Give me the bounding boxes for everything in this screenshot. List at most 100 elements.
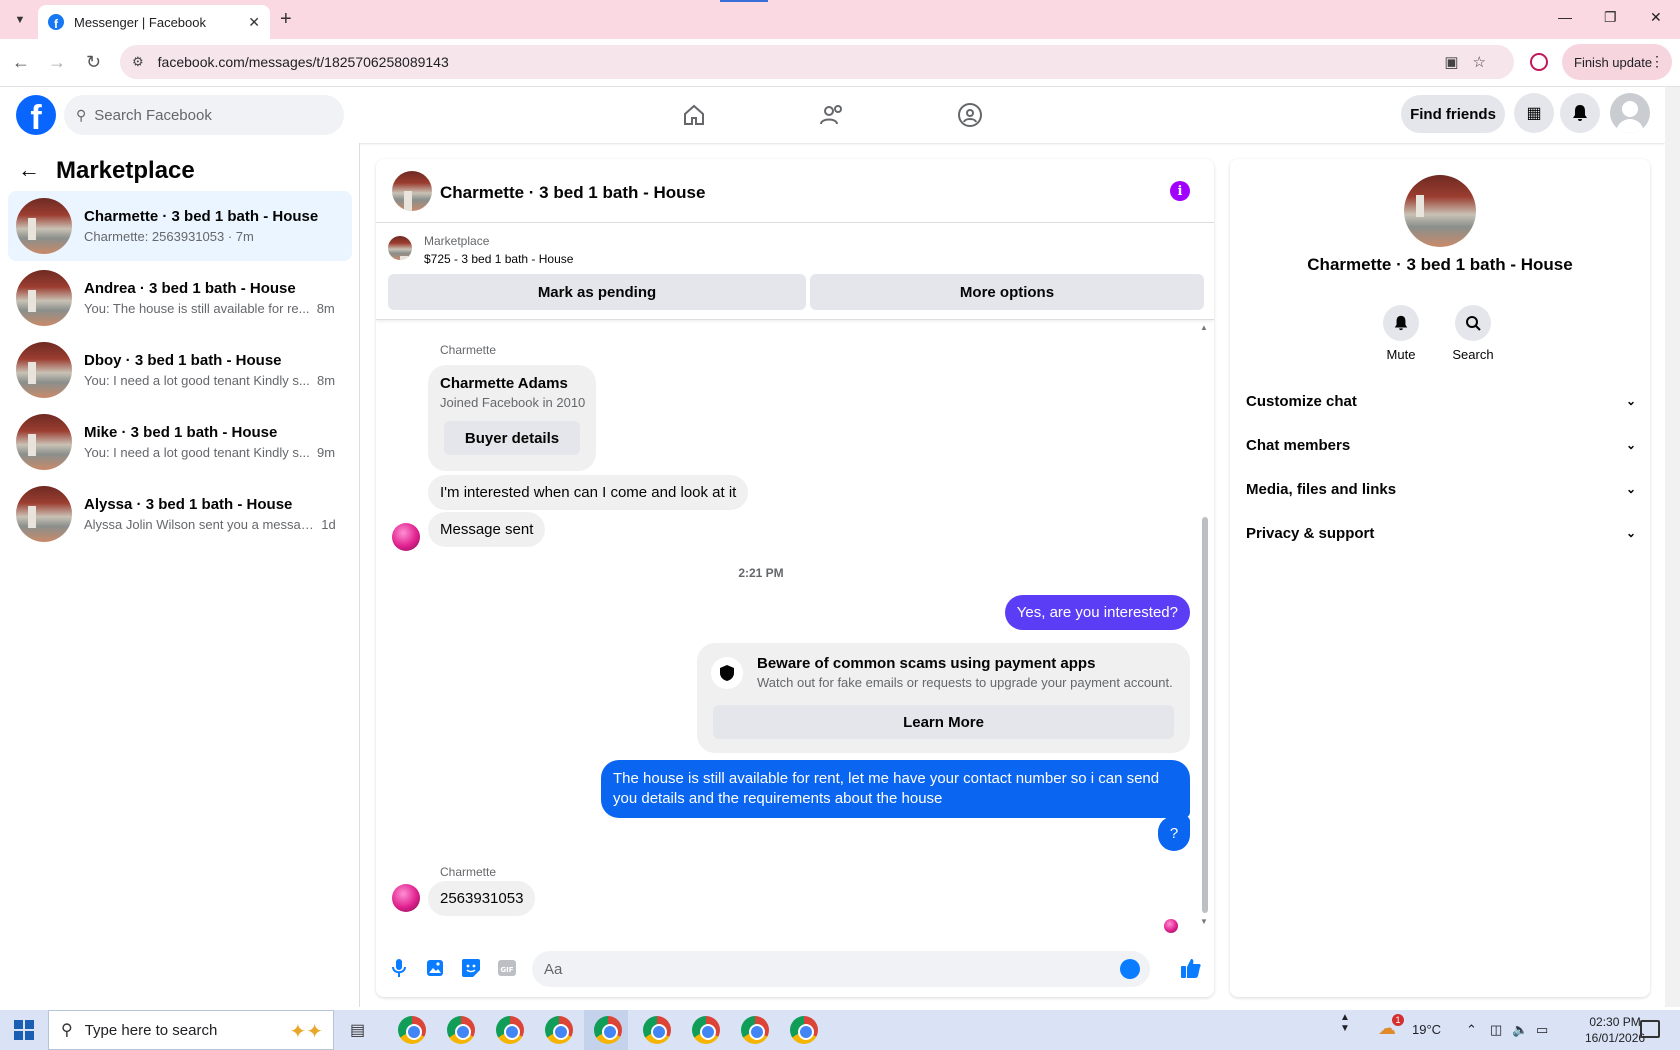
network-icon[interactable]: ◫ bbox=[1490, 1022, 1502, 1038]
task-view-icon[interactable]: ▤ bbox=[350, 1020, 365, 1040]
message-input[interactable]: Aa bbox=[532, 951, 1150, 987]
emoji-icon[interactable] bbox=[1120, 959, 1140, 979]
conversation-item[interactable]: Charmette · 3 bed 1 bath - House Charmet… bbox=[8, 191, 352, 261]
profile-icon[interactable] bbox=[1530, 53, 1548, 71]
listing-small-thumbnail[interactable] bbox=[388, 236, 412, 260]
friends-icon[interactable] bbox=[818, 101, 846, 129]
media-files-links-section[interactable]: Media, files and links ⌄ bbox=[1246, 469, 1636, 509]
sticker-icon[interactable] bbox=[460, 957, 482, 979]
chrome-icon[interactable] bbox=[398, 1016, 426, 1044]
gif-icon[interactable]: GIF bbox=[496, 957, 518, 979]
close-tab-icon[interactable]: ✕ bbox=[248, 14, 260, 31]
chat-scrollbar[interactable]: ▲ ▼ bbox=[1200, 321, 1210, 931]
menu-dots-icon[interactable]: ⋮ bbox=[1650, 53, 1664, 70]
browser-toolbar: ← → ↻ ⚙ facebook.com/messages/t/18257062… bbox=[0, 39, 1680, 87]
chrome-icon[interactable] bbox=[643, 1016, 671, 1044]
sender-avatar[interactable] bbox=[392, 884, 420, 912]
conversation-name: Charmette · 3 bed 1 bath - House bbox=[84, 208, 319, 225]
section-label: Privacy & support bbox=[1246, 524, 1375, 542]
chrome-icon[interactable] bbox=[790, 1016, 818, 1044]
home-icon[interactable] bbox=[680, 101, 708, 129]
mark-as-pending-button[interactable]: Mark as pending bbox=[388, 274, 806, 310]
new-tab-icon[interactable]: + bbox=[280, 8, 292, 31]
search-icon: ⚲ bbox=[76, 106, 87, 123]
chat-members-section[interactable]: Chat members ⌄ bbox=[1246, 425, 1636, 465]
notifications-bell-icon[interactable] bbox=[1560, 93, 1600, 133]
chrome-icon[interactable] bbox=[594, 1016, 622, 1044]
find-friends-button[interactable]: Find friends bbox=[1401, 95, 1505, 133]
chat-title[interactable]: Charmette · 3 bed 1 bath - House bbox=[440, 183, 705, 203]
sender-avatar[interactable] bbox=[392, 523, 420, 551]
facebook-search-input[interactable]: ⚲ Search Facebook bbox=[64, 95, 344, 135]
scroll-down-icon[interactable]: ▼ bbox=[1200, 917, 1208, 926]
conversation-item[interactable]: Dboy · 3 bed 1 bath - House You: I need … bbox=[8, 335, 352, 405]
chrome-icon[interactable] bbox=[741, 1016, 769, 1044]
more-options-button[interactable]: More options bbox=[810, 274, 1204, 310]
display-icon[interactable]: ▭ bbox=[1536, 1022, 1548, 1038]
minimize-icon[interactable]: — bbox=[1558, 9, 1572, 25]
reload-icon[interactable]: ↻ bbox=[86, 52, 101, 73]
sender-name: Charmette bbox=[440, 865, 497, 879]
taskbar-search-input[interactable]: ⚲ Type here to search ✦✦ bbox=[48, 1010, 334, 1050]
notification-center-icon[interactable] bbox=[1640, 1020, 1660, 1038]
close-window-icon[interactable]: ✕ bbox=[1650, 9, 1662, 26]
scroll-up-icon[interactable]: ▲ bbox=[1200, 323, 1208, 332]
conversation-item[interactable]: Mike · 3 bed 1 bath - House You: I need … bbox=[8, 407, 352, 477]
conversation-item[interactable]: Andrea · 3 bed 1 bath - House You: The h… bbox=[8, 263, 352, 333]
menu-grid-icon[interactable]: ▦ bbox=[1514, 93, 1554, 133]
chat-panel: Charmette · 3 bed 1 bath - House i Marke… bbox=[376, 159, 1214, 997]
mute-button[interactable]: Mute bbox=[1371, 305, 1431, 362]
listing-thumbnail bbox=[16, 414, 72, 470]
chevron-down-icon: ⌄ bbox=[1625, 526, 1636, 540]
thumbs-up-icon[interactable] bbox=[1180, 957, 1202, 979]
back-icon[interactable]: ← bbox=[12, 52, 30, 73]
install-and-bookmark-icons[interactable]: ▣☆ bbox=[1444, 53, 1500, 71]
info-icon[interactable]: i bbox=[1170, 181, 1190, 201]
facebook-logo-icon[interactable]: f bbox=[16, 95, 56, 135]
windows-start-icon[interactable] bbox=[14, 1020, 34, 1040]
back-arrow-icon[interactable]: ← bbox=[18, 157, 40, 183]
forward-icon[interactable]: → bbox=[48, 52, 66, 73]
listing-price-title[interactable]: $725 - 3 bed 1 bath - House bbox=[424, 252, 573, 266]
marketplace-listing-bar: Marketplace $725 - 3 bed 1 bath - House … bbox=[376, 224, 1214, 320]
chrome-icon[interactable] bbox=[545, 1016, 573, 1044]
account-avatar[interactable] bbox=[1610, 93, 1650, 133]
search-icon bbox=[1455, 305, 1491, 341]
conversation-time: 8m bbox=[316, 301, 335, 316]
customize-chat-section[interactable]: Customize chat ⌄ bbox=[1246, 381, 1636, 421]
taskbar-scroll-icon[interactable]: ▲ ▼ bbox=[1340, 1012, 1350, 1034]
photo-icon[interactable] bbox=[424, 957, 446, 979]
info-listing-thumbnail[interactable] bbox=[1404, 175, 1476, 247]
restore-icon[interactable]: ❐ bbox=[1604, 9, 1617, 26]
volume-icon[interactable]: 🔈 bbox=[1512, 1022, 1528, 1038]
page-scrollbar[interactable] bbox=[1665, 87, 1680, 1007]
tab-search-dropdown[interactable]: ▼ bbox=[8, 9, 32, 31]
tab-indicator bbox=[720, 0, 768, 2]
marketplace-label: Marketplace bbox=[424, 234, 490, 248]
chrome-icon[interactable] bbox=[692, 1016, 720, 1044]
address-bar[interactable]: ⚙ facebook.com/messages/t/18257062580891… bbox=[120, 45, 1514, 79]
finish-update-button[interactable]: Finish update ⋮ bbox=[1562, 44, 1672, 80]
chrome-icon[interactable] bbox=[496, 1016, 524, 1044]
site-info-icon[interactable]: ⚙ bbox=[132, 54, 144, 70]
show-hidden-icons[interactable]: ⌃ bbox=[1466, 1022, 1477, 1038]
learn-more-button[interactable]: Learn More bbox=[713, 705, 1174, 739]
search-conversation-button[interactable]: Search bbox=[1443, 305, 1503, 362]
conversation-item[interactable]: Alyssa · 3 bed 1 bath - House Alyssa Jol… bbox=[8, 479, 352, 549]
buyer-details-button[interactable]: Buyer details bbox=[444, 421, 580, 455]
conversation-snippet: You: I need a lot good tenant Kindly s..… bbox=[84, 445, 310, 460]
groups-icon[interactable] bbox=[956, 101, 984, 129]
sidebar-title: Marketplace bbox=[56, 157, 195, 184]
browser-tab[interactable]: f Messenger | Facebook ✕ bbox=[38, 5, 270, 39]
seen-receipt-avatar bbox=[1164, 919, 1178, 933]
microphone-icon[interactable] bbox=[388, 957, 410, 979]
scam-warning-description: Watch out for fake emails or requests to… bbox=[757, 675, 1173, 690]
chrome-icon[interactable] bbox=[447, 1016, 475, 1044]
privacy-support-section[interactable]: Privacy & support ⌄ bbox=[1246, 513, 1636, 553]
chat-listing-thumbnail[interactable] bbox=[392, 171, 432, 211]
system-clock[interactable]: 02:30 PM 16/01/2026 bbox=[1585, 1014, 1645, 1046]
scroll-thumb[interactable] bbox=[1202, 517, 1208, 913]
buyer-profile-card: Charmette Adams Joined Facebook in 2010 … bbox=[428, 365, 596, 471]
message-timestamp: 2:21 PM bbox=[738, 566, 784, 580]
buyer-name: Charmette Adams bbox=[440, 375, 568, 392]
